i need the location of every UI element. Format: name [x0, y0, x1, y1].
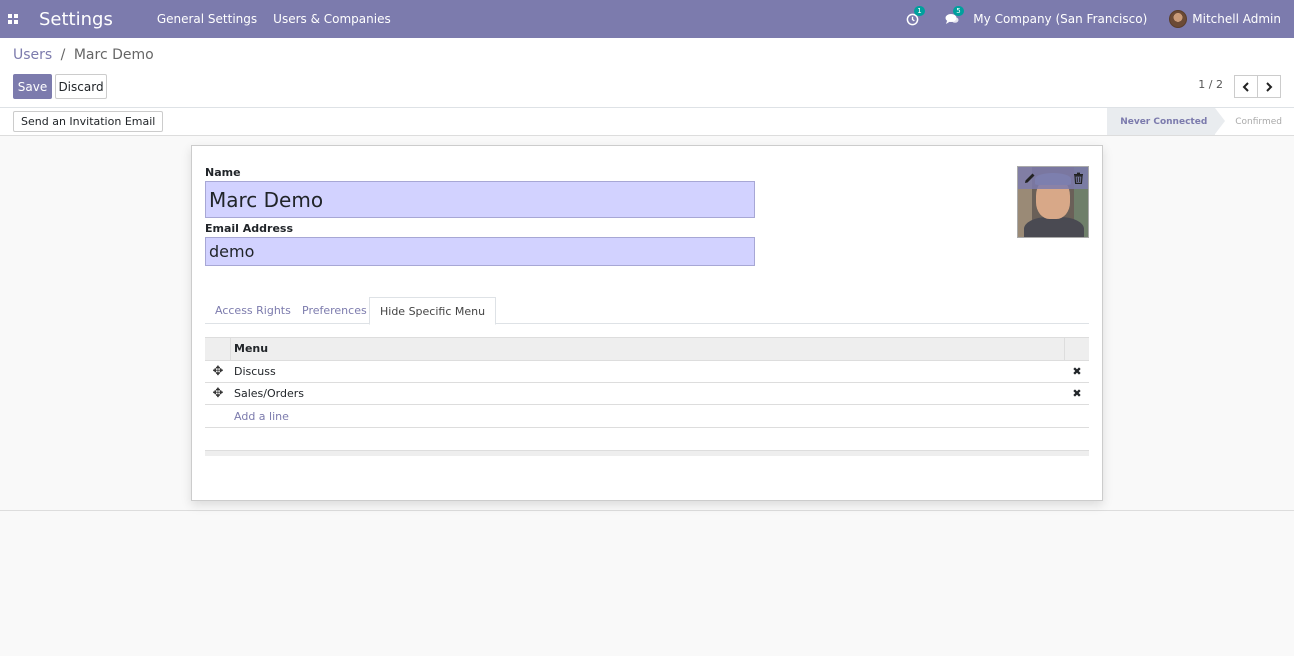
- status-stages: Never Connected Confirmed: [1107, 108, 1294, 135]
- table-row[interactable]: ✥ Discuss ✖: [205, 361, 1089, 383]
- avatar: [1169, 10, 1188, 28]
- tab-hide-specific-menu[interactable]: Hide Specific Menu: [369, 297, 497, 325]
- user-name: Mitchell Admin: [1192, 12, 1281, 26]
- row-menu-value[interactable]: Sales/Orders: [231, 387, 1065, 400]
- control-panel: Users / Marc Demo Save Discard 1 / 2: [0, 38, 1294, 108]
- messages-badge: 5: [953, 6, 964, 16]
- photo-toolbar: [1018, 167, 1088, 189]
- user-menu[interactable]: Mitchell Admin: [1169, 10, 1281, 28]
- list-header: Menu: [205, 337, 1089, 361]
- form-sheet: Name Marc Demo Email Address demo Access…: [191, 145, 1103, 501]
- send-invitation-button[interactable]: Send an Invitation Email: [13, 111, 164, 132]
- company-switcher[interactable]: My Company (San Francisco): [973, 12, 1147, 26]
- top-navbar: Settings General Settings Users & Compan…: [0, 0, 1294, 38]
- status-bar: Send an Invitation Email Never Connected…: [0, 108, 1294, 136]
- menu-list: Menu ✥ Discuss ✖ ✥ Sales/Orders ✖ Add a …: [205, 337, 1089, 428]
- discard-button[interactable]: Discard: [55, 74, 107, 99]
- tab-access-rights[interactable]: Access Rights: [205, 297, 301, 324]
- apps-grid-icon[interactable]: [0, 0, 26, 38]
- row-menu-value[interactable]: Discuss: [231, 365, 1065, 378]
- add-line-button[interactable]: Add a line: [205, 405, 1089, 428]
- email-input[interactable]: demo: [205, 237, 755, 266]
- trash-icon[interactable]: [1073, 172, 1084, 184]
- menu-general-settings[interactable]: General Settings: [157, 12, 257, 26]
- chevron-right-icon: [1266, 81, 1273, 92]
- table-row[interactable]: ✥ Sales/Orders ✖: [205, 383, 1089, 405]
- email-label: Email Address: [205, 222, 294, 235]
- name-label: Name: [205, 166, 241, 179]
- tab-preferences[interactable]: Preferences: [292, 297, 377, 324]
- close-icon[interactable]: ✖: [1065, 387, 1089, 400]
- messages-button[interactable]: 5: [945, 6, 964, 25]
- breadcrumb-current: Marc Demo: [73, 47, 154, 63]
- close-icon[interactable]: ✖: [1065, 365, 1089, 378]
- list-footer: [205, 450, 1089, 456]
- chevron-left-icon: [1242, 81, 1249, 92]
- app-brand[interactable]: Settings: [39, 9, 113, 30]
- pager-previous-button[interactable]: [1234, 75, 1258, 98]
- breadcrumb: Users / Marc Demo: [13, 47, 154, 63]
- stage-never-connected: Never Connected: [1107, 108, 1226, 135]
- activity-button[interactable]: 1: [906, 5, 925, 26]
- pager-value[interactable]: 1 / 2: [1198, 78, 1223, 91]
- breadcrumb-users[interactable]: Users: [13, 47, 52, 63]
- column-menu[interactable]: Menu: [231, 338, 1065, 360]
- save-button[interactable]: Save: [13, 74, 52, 99]
- menu-users-companies[interactable]: Users & Companies: [273, 12, 391, 26]
- pencil-icon[interactable]: [1024, 172, 1036, 184]
- user-photo[interactable]: [1017, 166, 1089, 238]
- notebook-tabs: Access Rights Preferences Hide Specific …: [205, 297, 1089, 325]
- drag-handle-icon[interactable]: ✥: [205, 364, 231, 379]
- pager-next-button[interactable]: [1257, 75, 1281, 98]
- breadcrumb-separator: /: [60, 47, 66, 63]
- name-input[interactable]: Marc Demo: [205, 181, 755, 218]
- activity-badge: 1: [914, 5, 925, 16]
- stage-confirmed: Confirmed: [1235, 116, 1282, 127]
- drag-handle-icon[interactable]: ✥: [205, 386, 231, 401]
